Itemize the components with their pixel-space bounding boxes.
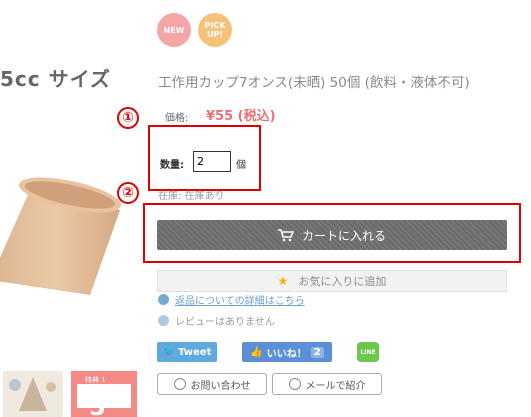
- annotation-marker-1: ①: [117, 107, 139, 129]
- thumbnail-1-image: [3, 371, 63, 417]
- new-badge: NEW: [157, 13, 191, 47]
- pickup-badge: PICK UP!: [198, 13, 232, 47]
- tweet-button[interactable]: 🐦 Tweet: [157, 342, 217, 362]
- add-to-cart-label: カートに入れる: [301, 228, 386, 243]
- review-info-row: レビューはありません: [158, 313, 275, 328]
- contact-label: お問い合わせ: [190, 380, 251, 392]
- line-share-button[interactable]: LINE: [357, 342, 379, 362]
- cart-icon: [277, 228, 294, 241]
- twitter-bird-icon: 🐦: [162, 346, 176, 358]
- facebook-like-button[interactable]: 👍 いいね！ 2: [242, 342, 332, 362]
- quantity-input[interactable]: [193, 151, 231, 172]
- product-size-title: 5cc サイズ: [0, 67, 111, 91]
- thumbs-up-icon: 👍: [250, 346, 263, 358]
- returns-link[interactable]: 返品についての詳細はこちら: [175, 292, 305, 307]
- like-label: いいね！: [266, 348, 307, 360]
- thumbnail-1[interactable]: [3, 371, 63, 417]
- quantity-label: 数量:: [160, 160, 184, 171]
- add-to-cart-button[interactable]: カートに入れる: [157, 220, 507, 250]
- mail-icon: [288, 378, 301, 390]
- email-share-button[interactable]: メールで紹介: [272, 373, 382, 395]
- like-count: 2: [310, 346, 324, 358]
- star-icon: ★: [277, 274, 289, 288]
- return-icon: [158, 294, 169, 305]
- price-value: ¥55 (税込): [206, 109, 276, 124]
- email-share-label: メールで紹介: [305, 380, 366, 392]
- price-label: 価格:: [165, 113, 189, 124]
- review-text: レビューはありません: [175, 317, 275, 328]
- add-to-favorites-label: お気に入りに追加: [298, 275, 387, 288]
- add-to-favorites-button[interactable]: ★ お気に入りに追加: [157, 270, 507, 292]
- quantity-unit: 個: [236, 160, 246, 171]
- stock-status: 在庫: 在庫あり: [158, 191, 225, 202]
- inquiry-icon: [173, 378, 186, 390]
- contact-button[interactable]: お問い合わせ: [157, 373, 267, 395]
- thumbnail-2-number: 5: [89, 393, 106, 417]
- review-icon: [158, 315, 169, 326]
- annotation-marker-2: ②: [117, 182, 139, 204]
- thumbnail-2[interactable]: 特典 1 5: [71, 371, 137, 417]
- product-name: 工作用カップ7オンス(未晒) 50個 (飲料・液体不可): [158, 75, 470, 91]
- tweet-label: Tweet: [178, 346, 212, 358]
- returns-info-row: 返品についての詳細はこちら: [158, 292, 305, 307]
- line-icon: LINE: [360, 348, 376, 356]
